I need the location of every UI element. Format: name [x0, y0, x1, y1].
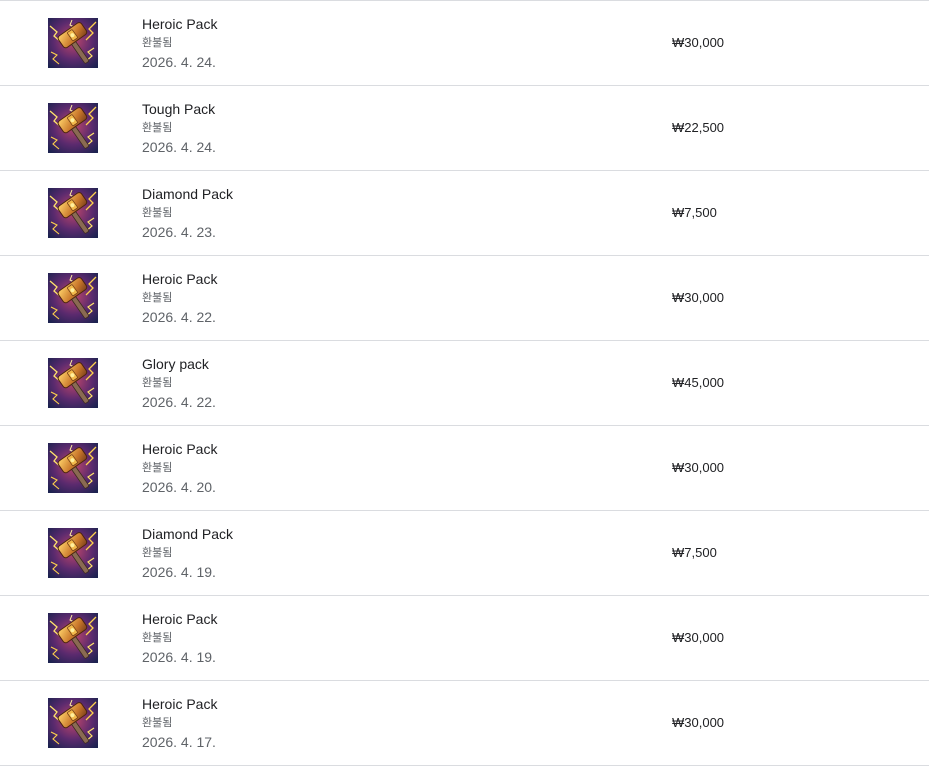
purchase-info: Diamond Pack 환불됨 2026. 4. 23. [142, 185, 233, 241]
item-name: Diamond Pack [142, 526, 234, 542]
refund-status: 환불됨 [142, 461, 173, 474]
purchase-row[interactable]: Heroic Pack 환불됨 2026. 4. 24. ₩30,000 [0, 1, 929, 86]
hammer-pack-icon [48, 188, 98, 238]
purchase-date: 2026. 4. 22. [142, 394, 216, 410]
purchase-date: 2026. 4. 22. [142, 309, 216, 325]
purchase-date: 2026. 4. 24. [142, 139, 216, 155]
item-name: Glory pack [142, 356, 209, 372]
purchase-date: 2026. 4. 23. [142, 224, 216, 240]
purchase-info: Heroic Pack 환불됨 2026. 4. 17. [142, 695, 217, 751]
purchase-info: Heroic Pack 환불됨 2026. 4. 19. [142, 610, 217, 666]
item-price: ₩30,000 [672, 630, 725, 645]
purchase-date: 2026. 4. 24. [142, 54, 216, 70]
hammer-pack-icon [48, 273, 98, 323]
item-name: Tough Pack [142, 101, 216, 117]
purchase-row[interactable]: Heroic Pack 환불됨 2026. 4. 22. ₩30,000 [0, 256, 929, 341]
refund-status: 환불됨 [142, 546, 173, 559]
item-name: Heroic Pack [142, 441, 218, 457]
purchase-info: Heroic Pack 환불됨 2026. 4. 22. [142, 270, 217, 326]
purchase-info: Heroic Pack 환불됨 2026. 4. 24. [142, 15, 217, 71]
purchase-row[interactable]: Heroic Pack 환불됨 2026. 4. 20. ₩30,000 [0, 426, 929, 511]
item-name: Heroic Pack [142, 16, 218, 32]
refund-status: 환불됨 [142, 631, 173, 644]
purchase-row[interactable]: Heroic Pack 환불됨 2026. 4. 19. ₩30,000 [0, 596, 929, 681]
item-price: ₩30,000 [672, 35, 725, 50]
purchase-date: 2026. 4. 17. [142, 734, 216, 750]
hammer-pack-icon [48, 443, 98, 493]
item-price: ₩30,000 [672, 715, 725, 730]
refund-status: 환불됨 [142, 716, 173, 729]
refund-status: 환불됨 [142, 36, 173, 49]
purchase-date: 2026. 4. 19. [142, 649, 216, 665]
item-price: ₩7,500 [672, 205, 717, 220]
item-name: Heroic Pack [142, 696, 218, 712]
purchase-info: Diamond Pack 환불됨 2026. 4. 19. [142, 525, 233, 581]
hammer-pack-icon [48, 103, 98, 153]
purchase-history-list: Heroic Pack 환불됨 2026. 4. 24. ₩30,000 Tou… [0, 0, 929, 766]
purchase-row[interactable]: Tough Pack 환불됨 2026. 4. 24. ₩22,500 [0, 86, 929, 171]
purchase-info: Glory pack 환불됨 2026. 4. 22. [142, 355, 216, 411]
item-price: ₩7,500 [672, 545, 717, 560]
purchase-row[interactable]: Diamond Pack 환불됨 2026. 4. 23. ₩7,500 [0, 171, 929, 256]
item-price: ₩22,500 [672, 120, 725, 135]
hammer-pack-icon [48, 528, 98, 578]
purchase-row[interactable]: Diamond Pack 환불됨 2026. 4. 19. ₩7,500 [0, 511, 929, 596]
purchase-info: Tough Pack 환불됨 2026. 4. 24. [142, 100, 216, 156]
refund-status: 환불됨 [142, 206, 173, 219]
purchase-info: Heroic Pack 환불됨 2026. 4. 20. [142, 440, 217, 496]
hammer-pack-icon [48, 613, 98, 663]
purchase-row[interactable]: Glory pack 환불됨 2026. 4. 22. ₩45,000 [0, 341, 929, 426]
hammer-pack-icon [48, 358, 98, 408]
purchase-row[interactable]: Heroic Pack 환불됨 2026. 4. 17. ₩30,000 [0, 681, 929, 766]
item-price: ₩45,000 [672, 375, 725, 390]
refund-status: 환불됨 [142, 291, 173, 304]
refund-status: 환불됨 [142, 376, 173, 389]
purchase-date: 2026. 4. 19. [142, 564, 216, 580]
item-price: ₩30,000 [672, 290, 725, 305]
hammer-pack-icon [48, 18, 98, 68]
hammer-pack-icon [48, 698, 98, 748]
item-name: Diamond Pack [142, 186, 234, 202]
item-price: ₩30,000 [672, 460, 725, 475]
item-name: Heroic Pack [142, 611, 218, 627]
purchase-date: 2026. 4. 20. [142, 479, 216, 495]
refund-status: 환불됨 [142, 121, 173, 134]
item-name: Heroic Pack [142, 271, 218, 287]
